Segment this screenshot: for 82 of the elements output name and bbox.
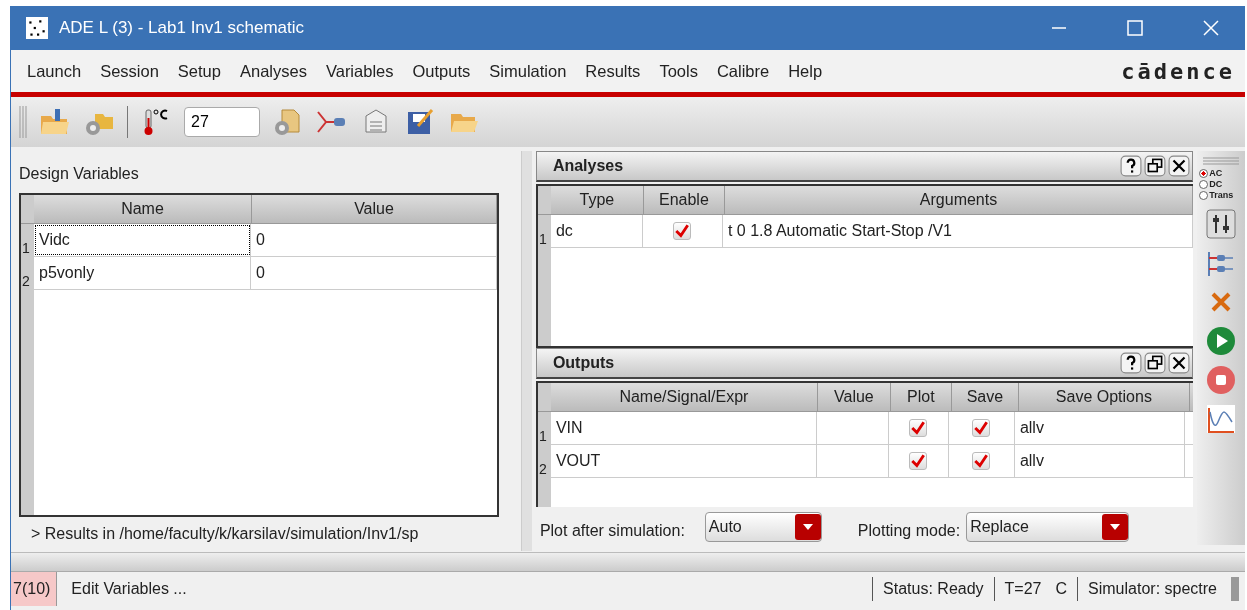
menu-item[interactable]: Results — [585, 61, 641, 81]
table-cell[interactable]: allv — [1014, 445, 1185, 477]
sliders-icon[interactable] — [1206, 209, 1237, 239]
float-icon[interactable] — [1144, 155, 1167, 177]
column-header[interactable]: Arguments — [724, 186, 1194, 214]
table-corner — [537, 186, 551, 214]
column-header[interactable]: Plot — [890, 383, 952, 411]
table-cell[interactable]: allv — [1014, 412, 1185, 444]
toolbar-grip — [19, 104, 27, 140]
column-header[interactable]: Save — [951, 383, 1019, 411]
table-cell[interactable]: 0 — [251, 224, 497, 256]
field-label: Plotting mode: — [857, 522, 961, 540]
table-corner — [537, 383, 551, 411]
table-cell[interactable]: Vidc — [34, 224, 251, 256]
waveform-icon[interactable] — [1206, 404, 1237, 434]
row-number: 2 — [537, 445, 551, 477]
results-path: > Results in /home/faculty/k/karsilav/simulation/Inv1/sp — [30, 525, 420, 543]
table-cell[interactable]: VOUT — [550, 445, 817, 477]
simulator-text: Simulator: spectre — [1077, 577, 1227, 601]
row-number: 1 — [537, 215, 551, 247]
row-number: 1 — [537, 412, 551, 444]
window-title: ADE L (3) - Lab1 Inv1 schematic — [59, 18, 305, 38]
table-cell[interactable]: 0 — [251, 257, 497, 289]
help-icon[interactable] — [1120, 155, 1143, 177]
stop-icon[interactable] — [1206, 365, 1237, 395]
caret-icon — [1102, 513, 1129, 541]
plot-after-dropdown[interactable]: Auto — [704, 512, 822, 542]
column-header[interactable]: Name/Signal/Expr — [550, 383, 818, 411]
menu-item[interactable]: Calibre — [716, 61, 770, 81]
close-icon[interactable] — [1168, 155, 1191, 177]
menu-item[interactable]: Help — [788, 61, 823, 81]
table-cell[interactable]: t 0 1.8 Automatic Start-Stop /V1 — [722, 215, 1194, 247]
row-number: 2 — [21, 257, 34, 289]
table-cell[interactable]: dc — [550, 215, 643, 247]
maximize-icon[interactable] — [1125, 18, 1145, 38]
help-icon[interactable] — [1120, 352, 1143, 374]
save-checkbox[interactable] — [972, 452, 991, 470]
plotting-mode-dropdown[interactable]: Replace — [966, 512, 1130, 542]
enable-checkbox[interactable] — [673, 222, 692, 240]
table-cell[interactable]: VIN — [550, 412, 817, 444]
column-header[interactable]: Value — [252, 195, 497, 223]
run-icon[interactable] — [1206, 326, 1237, 356]
toolbar-grip — [1201, 157, 1242, 165]
status-count: 7(10) — [11, 572, 58, 606]
menu-item[interactable]: Simulation — [489, 61, 567, 81]
horizontal-scrollbar[interactable] — [11, 552, 1245, 571]
brand-logo: cādence — [1121, 58, 1235, 84]
temperature-text: T=27 — [1004, 580, 1042, 598]
table-corner — [21, 195, 34, 223]
plot-checkbox[interactable] — [909, 419, 928, 437]
column-header[interactable]: Type — [550, 186, 644, 214]
menu-item[interactable]: Variables — [325, 61, 394, 81]
menu-item[interactable]: Session — [100, 61, 159, 81]
close-icon[interactable] — [1168, 352, 1191, 374]
column-header[interactable]: Value — [817, 383, 891, 411]
panel-title: Design Variables — [19, 165, 140, 183]
save-checkbox[interactable] — [972, 419, 991, 437]
plot-checkbox[interactable] — [909, 452, 928, 470]
column-header[interactable]: Save Options — [1018, 383, 1190, 411]
column-header[interactable]: Name — [34, 195, 252, 223]
table-cell[interactable]: p5vonly — [34, 257, 251, 289]
field-label: Plot after simulation: — [539, 522, 685, 540]
menu-item[interactable]: Setup — [177, 61, 221, 81]
panel-title: Analyses — [552, 157, 624, 175]
menu-item[interactable]: Launch — [27, 61, 82, 81]
menu-item[interactable]: Tools — [659, 61, 698, 81]
app-icon — [25, 17, 49, 39]
row-number: 1 — [21, 224, 34, 256]
status-message: Edit Variables ... — [71, 580, 187, 598]
temperature-unit: C — [1055, 580, 1068, 598]
menu-item[interactable]: Outputs — [412, 61, 471, 81]
analysis-type-radio[interactable]: AC — [1199, 168, 1234, 178]
analysis-type-radio[interactable]: DC — [1199, 179, 1234, 189]
status-text: Status: Ready — [872, 577, 994, 601]
panel-title: Outputs — [552, 354, 615, 372]
caret-icon — [794, 513, 821, 541]
resize-grip[interactable] — [1231, 577, 1239, 601]
column-header[interactable]: Enable — [643, 186, 725, 214]
menu-item[interactable]: Analyses — [239, 61, 307, 81]
temperature-field[interactable]: 27 — [184, 107, 260, 137]
analysis-type-radio[interactable]: Trans — [1199, 190, 1234, 200]
float-icon[interactable] — [1144, 352, 1167, 374]
